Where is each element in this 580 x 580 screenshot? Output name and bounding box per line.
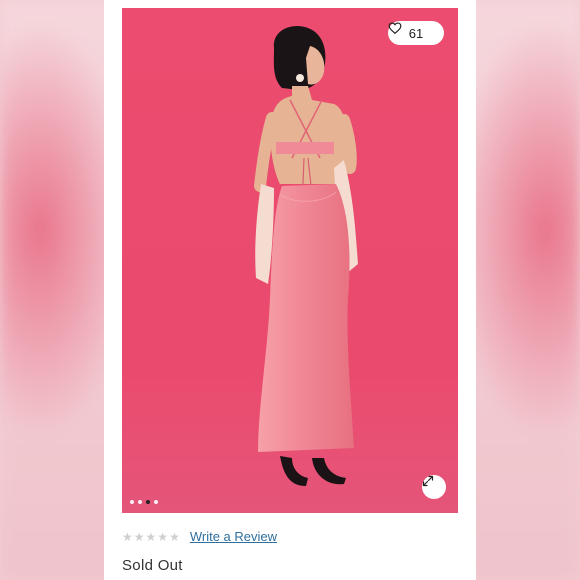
like-button[interactable]: 61 [388, 21, 444, 45]
pagination-dot[interactable] [130, 500, 134, 504]
expand-icon [422, 475, 434, 487]
star-icon: ★ [122, 529, 133, 544]
rating-row: ★ ★ ★ ★ ★ Write a Review [122, 529, 277, 544]
model-illustration [122, 26, 458, 513]
pagination-dot[interactable] [154, 500, 158, 504]
pagination-dot-active[interactable] [146, 500, 150, 504]
photo-pagination [130, 500, 158, 504]
star-rating: ★ ★ ★ ★ ★ [122, 531, 180, 543]
product-photo[interactable]: 61 [122, 8, 458, 513]
star-icon: ★ [145, 529, 157, 544]
product-card: 61 ★ ★ ★ ★ ★ Write a Review Sold Out [104, 0, 476, 580]
heart-icon [388, 22, 402, 35]
like-count: 61 [408, 25, 424, 41]
star-icon: ★ [169, 529, 180, 544]
write-review-link[interactable]: Write a Review [190, 529, 277, 544]
pagination-dot[interactable] [138, 500, 142, 504]
star-icon: ★ [157, 529, 169, 544]
expand-photo-button[interactable] [422, 475, 446, 499]
sold-out-status: Sold Out [122, 557, 183, 574]
star-icon: ★ [133, 529, 145, 544]
